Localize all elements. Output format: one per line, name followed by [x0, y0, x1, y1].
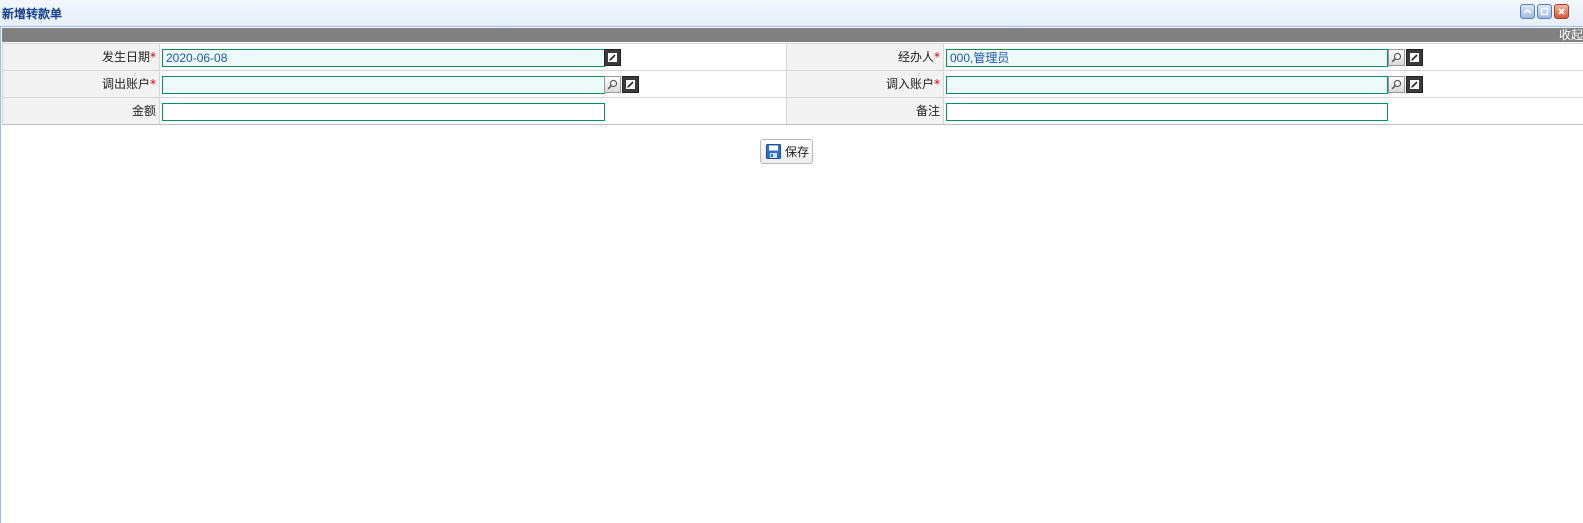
edit-icon[interactable] [1406, 76, 1423, 93]
form-row-accounts: 调出账户* 调入账户* [2, 71, 1583, 98]
in-account-cell [944, 71, 1583, 97]
out-account-field[interactable] [162, 76, 605, 94]
form-header-strip: 收起 [2, 28, 1583, 42]
in-account-label: 调入账户* [786, 71, 944, 97]
window-title: 新增转款单 [2, 7, 63, 21]
date-field[interactable]: 2020-06-08 [162, 49, 605, 67]
amount-cell [160, 98, 786, 124]
amount-field[interactable] [162, 103, 605, 121]
search-icon[interactable] [604, 76, 621, 93]
handler-label: 经办人* [786, 44, 944, 70]
date-cell: 2020-06-08 [160, 44, 786, 70]
amount-label: 金额 [2, 98, 160, 124]
handler-field[interactable]: 000,管理员 [946, 49, 1388, 67]
form-row-date-handler: 发生日期* 2020-06-08 经办人* 000,管理员 [2, 44, 1583, 71]
close-icon[interactable] [1554, 4, 1569, 19]
window-titlebar: 新增转款单 [0, 0, 1583, 27]
edit-icon[interactable] [622, 76, 639, 93]
date-label: 发生日期* [2, 44, 160, 70]
save-button[interactable]: 保存 [760, 139, 813, 164]
in-account-field[interactable] [946, 76, 1388, 94]
out-account-label: 调出账户* [2, 71, 160, 97]
remark-label: 备注 [786, 98, 944, 124]
collapse-icon[interactable] [1520, 4, 1535, 19]
restore-icon[interactable] [1537, 4, 1552, 19]
required-mark: * [150, 77, 156, 91]
transfer-form: 发生日期* 2020-06-08 经办人* 000,管理员 调出账户* 调入账户… [2, 43, 1583, 125]
required-mark: * [150, 50, 156, 64]
search-icon[interactable] [1388, 49, 1405, 66]
remark-field[interactable] [946, 103, 1388, 121]
save-button-label: 保存 [785, 145, 810, 159]
form-row-amount-remark: 金额 备注 [2, 98, 1583, 125]
window-border [0, 27, 1, 523]
handler-cell: 000,管理员 [944, 44, 1583, 70]
save-icon [766, 144, 781, 159]
out-account-cell [160, 71, 786, 97]
search-icon[interactable] [1388, 76, 1405, 93]
required-mark: * [934, 50, 940, 64]
collapse-link[interactable]: 收起 [1559, 28, 1583, 42]
edit-icon[interactable] [1406, 49, 1423, 66]
required-mark: * [934, 77, 940, 91]
remark-cell [944, 98, 1583, 124]
edit-icon[interactable] [604, 49, 621, 66]
